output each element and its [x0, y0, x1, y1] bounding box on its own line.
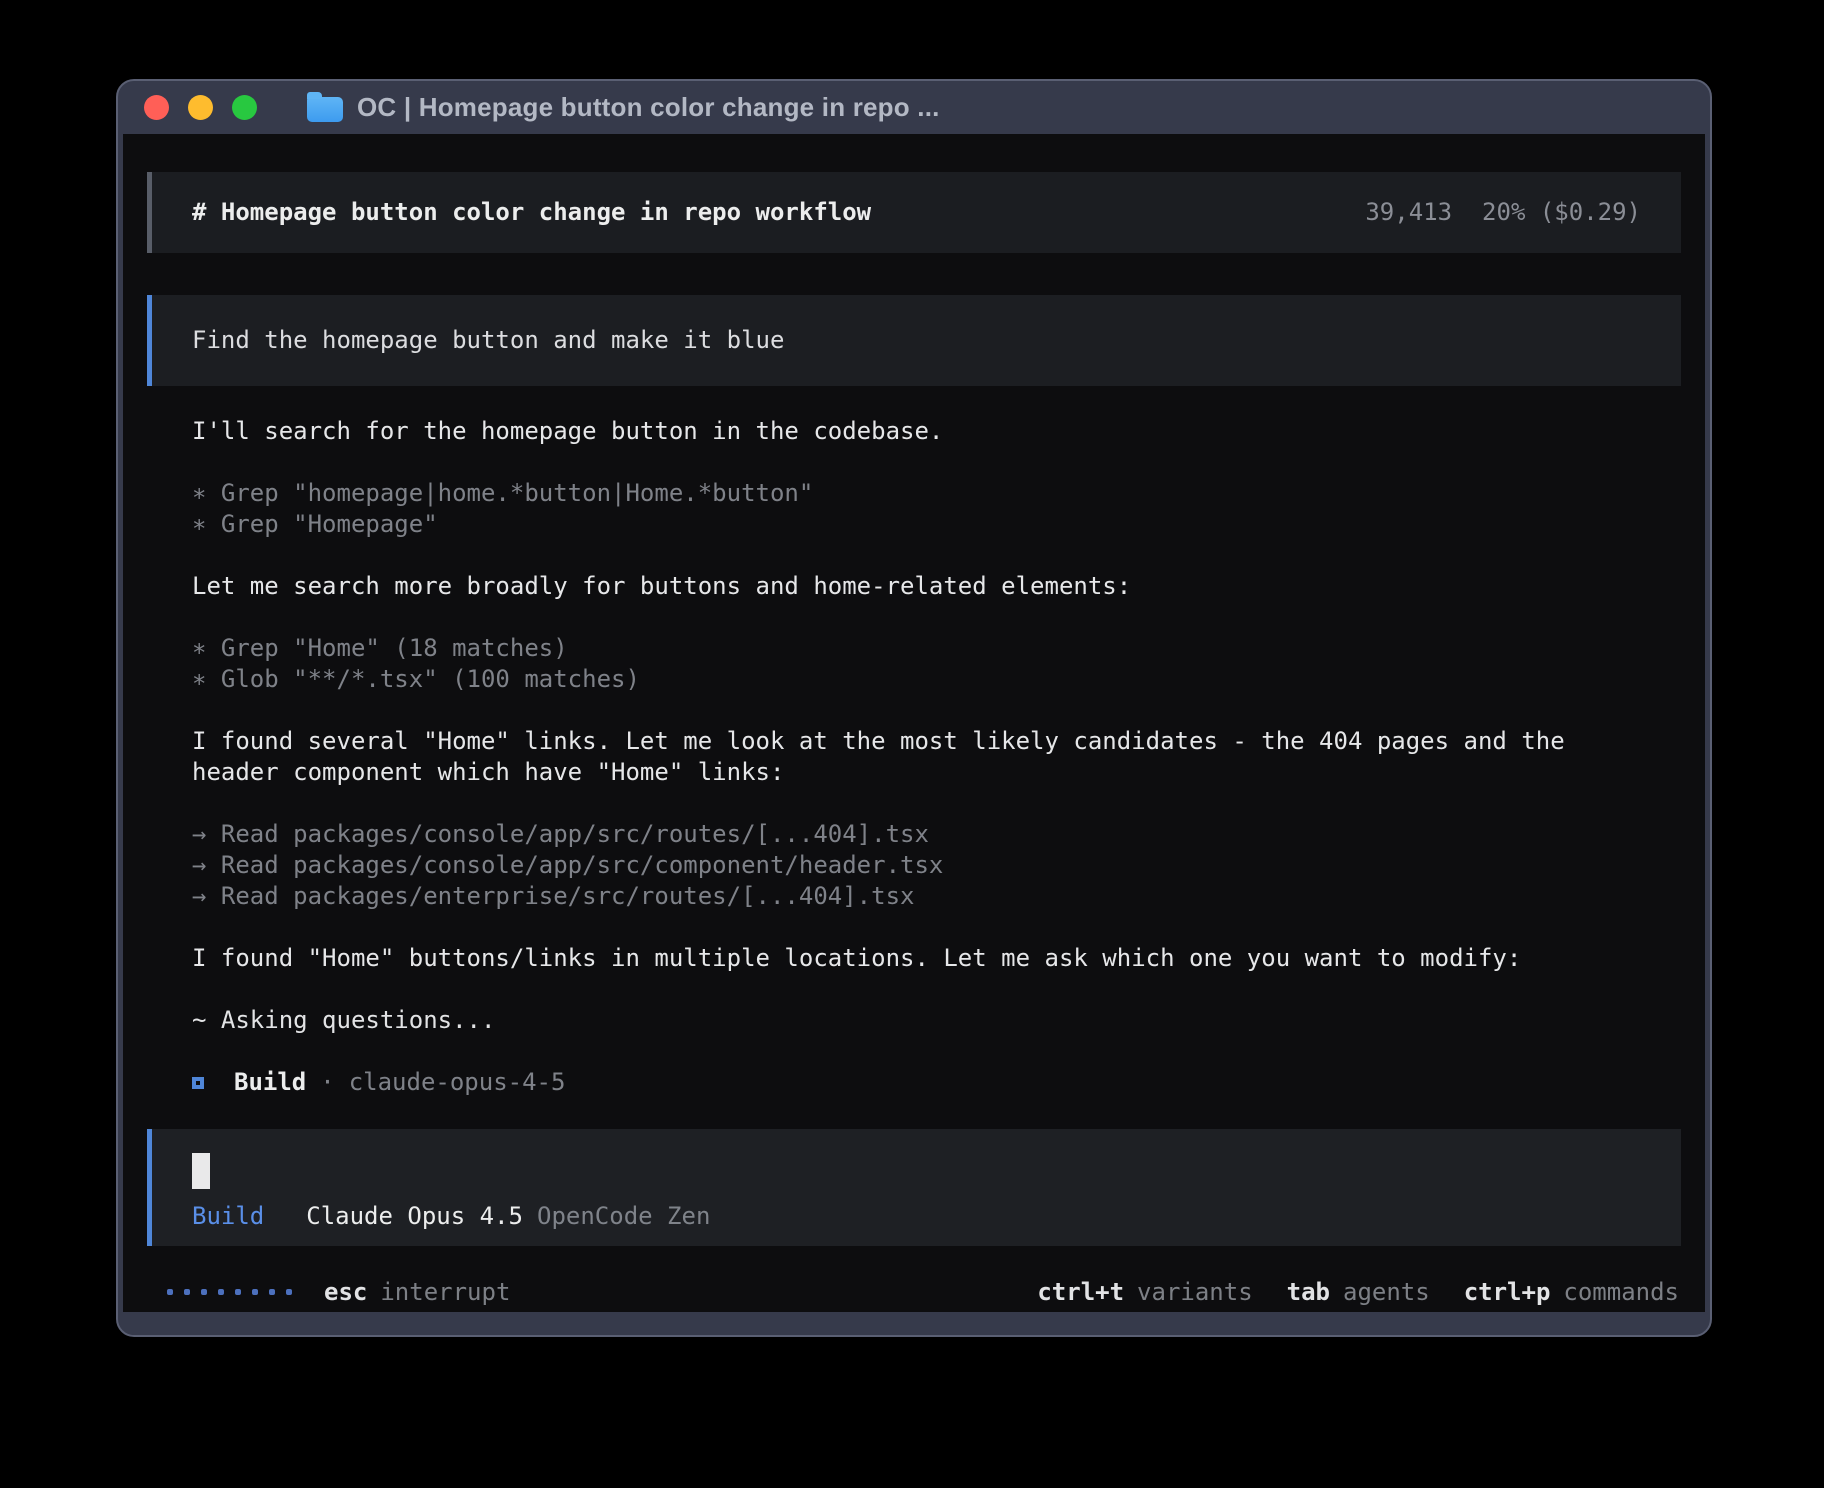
- hint-label-agents: agents: [1343, 1277, 1430, 1308]
- separator-dot: ·: [320, 1067, 334, 1098]
- provider-label: OpenCode Zen: [537, 1201, 710, 1232]
- user-message-text: Find the homepage button and make it blu…: [192, 326, 784, 354]
- session-header: # Homepage button color change in repo w…: [147, 172, 1681, 253]
- spinner-dot: [235, 1289, 241, 1295]
- folder-icon: [307, 97, 343, 122]
- assistant-paragraph: Let me search more broadly for buttons a…: [192, 571, 1612, 602]
- assistant-paragraph: I'll search for the homepage button in t…: [192, 416, 1612, 447]
- tool-call-grep: ∗ Grep "Home" (18 matches): [192, 633, 1681, 664]
- session-title: # Homepage button color change in repo w…: [192, 197, 871, 228]
- terminal-screen: # Homepage button color change in repo w…: [123, 134, 1705, 1312]
- titlebar-title-group: OC | Homepage button color change in rep…: [307, 92, 940, 123]
- assistant-transcript: I'll search for the homepage button in t…: [192, 416, 1681, 1129]
- close-button[interactable]: [144, 95, 169, 120]
- hint-agents: tab agents: [1287, 1277, 1430, 1308]
- assistant-paragraph: I found several "Home" links. Let me loo…: [192, 726, 1612, 788]
- spinner-dot: [269, 1289, 275, 1295]
- agent-name: Build: [234, 1067, 306, 1098]
- build-agent-icon: [192, 1077, 204, 1089]
- hint-key-ctrl-t: ctrl+t: [1037, 1277, 1124, 1308]
- spinner-dot: [286, 1289, 292, 1295]
- hint-interrupt: esc interrupt: [324, 1277, 510, 1308]
- status-bar: esc interrupt ctrl+t variants tab agents…: [147, 1272, 1681, 1312]
- input-meta-row: Build Claude Opus 4.5 OpenCode Zen: [192, 1201, 1641, 1232]
- tool-call-group: ∗ Grep "Home" (18 matches) ∗ Glob "**/*.…: [192, 633, 1681, 695]
- tool-call-grep: ∗ Grep "homepage|home.*button|Home.*butt…: [192, 478, 1681, 509]
- spinner-dot: [167, 1289, 173, 1295]
- assistant-paragraph: I found "Home" buttons/links in multiple…: [192, 943, 1612, 974]
- zoom-button[interactable]: [232, 95, 257, 120]
- active-model-label[interactable]: Claude Opus 4.5: [306, 1201, 523, 1232]
- prompt-input[interactable]: Build Claude Opus 4.5 OpenCode Zen: [147, 1129, 1681, 1246]
- tool-call-group: → Read packages/console/app/src/routes/[…: [192, 819, 1681, 912]
- window-titlebar: OC | Homepage button color change in rep…: [118, 81, 1710, 134]
- hint-key-tab: tab: [1287, 1277, 1330, 1308]
- working-status: ~ Asking questions...: [192, 1005, 1681, 1036]
- active-agent-label[interactable]: Build: [192, 1201, 264, 1232]
- hint-label-variants: variants: [1137, 1277, 1253, 1308]
- spinner-dot: [218, 1289, 224, 1295]
- hint-variants: ctrl+t variants: [1037, 1277, 1252, 1308]
- minimize-button[interactable]: [188, 95, 213, 120]
- context-cost: 20% ($0.29): [1482, 197, 1641, 228]
- spinner-dot: [252, 1289, 258, 1295]
- hint-key-esc: esc: [324, 1277, 367, 1308]
- session-stats: 39,413 20% ($0.29): [1365, 197, 1641, 228]
- traffic-lights: [144, 95, 257, 120]
- tool-call-group: ∗ Grep "homepage|home.*button|Home.*butt…: [192, 478, 1681, 540]
- tool-call-read: → Read packages/console/app/src/componen…: [192, 850, 1681, 881]
- spinner-dots: [167, 1289, 292, 1295]
- agent-task-row: Build · claude-opus-4-5: [192, 1067, 1681, 1098]
- status-left: esc interrupt: [167, 1277, 510, 1308]
- hint-key-ctrl-p: ctrl+p: [1464, 1277, 1551, 1308]
- agent-model: claude-opus-4-5: [349, 1067, 566, 1098]
- spinner-dot: [184, 1289, 190, 1295]
- tool-call-grep: ∗ Grep "Homepage": [192, 509, 1681, 540]
- status-right: ctrl+t variants tab agents ctrl+p comman…: [1037, 1277, 1679, 1308]
- token-count: 39,413: [1365, 197, 1452, 228]
- hint-label-interrupt: interrupt: [380, 1277, 510, 1308]
- tool-call-read: → Read packages/console/app/src/routes/[…: [192, 819, 1681, 850]
- tool-call-glob: ∗ Glob "**/*.tsx" (100 matches): [192, 664, 1681, 695]
- window-title: OC | Homepage button color change in rep…: [357, 92, 940, 123]
- spinner-dot: [201, 1289, 207, 1295]
- hint-label-commands: commands: [1563, 1277, 1679, 1308]
- user-message: Find the homepage button and make it blu…: [147, 295, 1681, 386]
- tool-call-read: → Read packages/enterprise/src/routes/[.…: [192, 881, 1681, 912]
- app-window: OC | Homepage button color change in rep…: [116, 79, 1712, 1337]
- hint-commands: ctrl+p commands: [1464, 1277, 1679, 1308]
- text-cursor: [192, 1153, 210, 1189]
